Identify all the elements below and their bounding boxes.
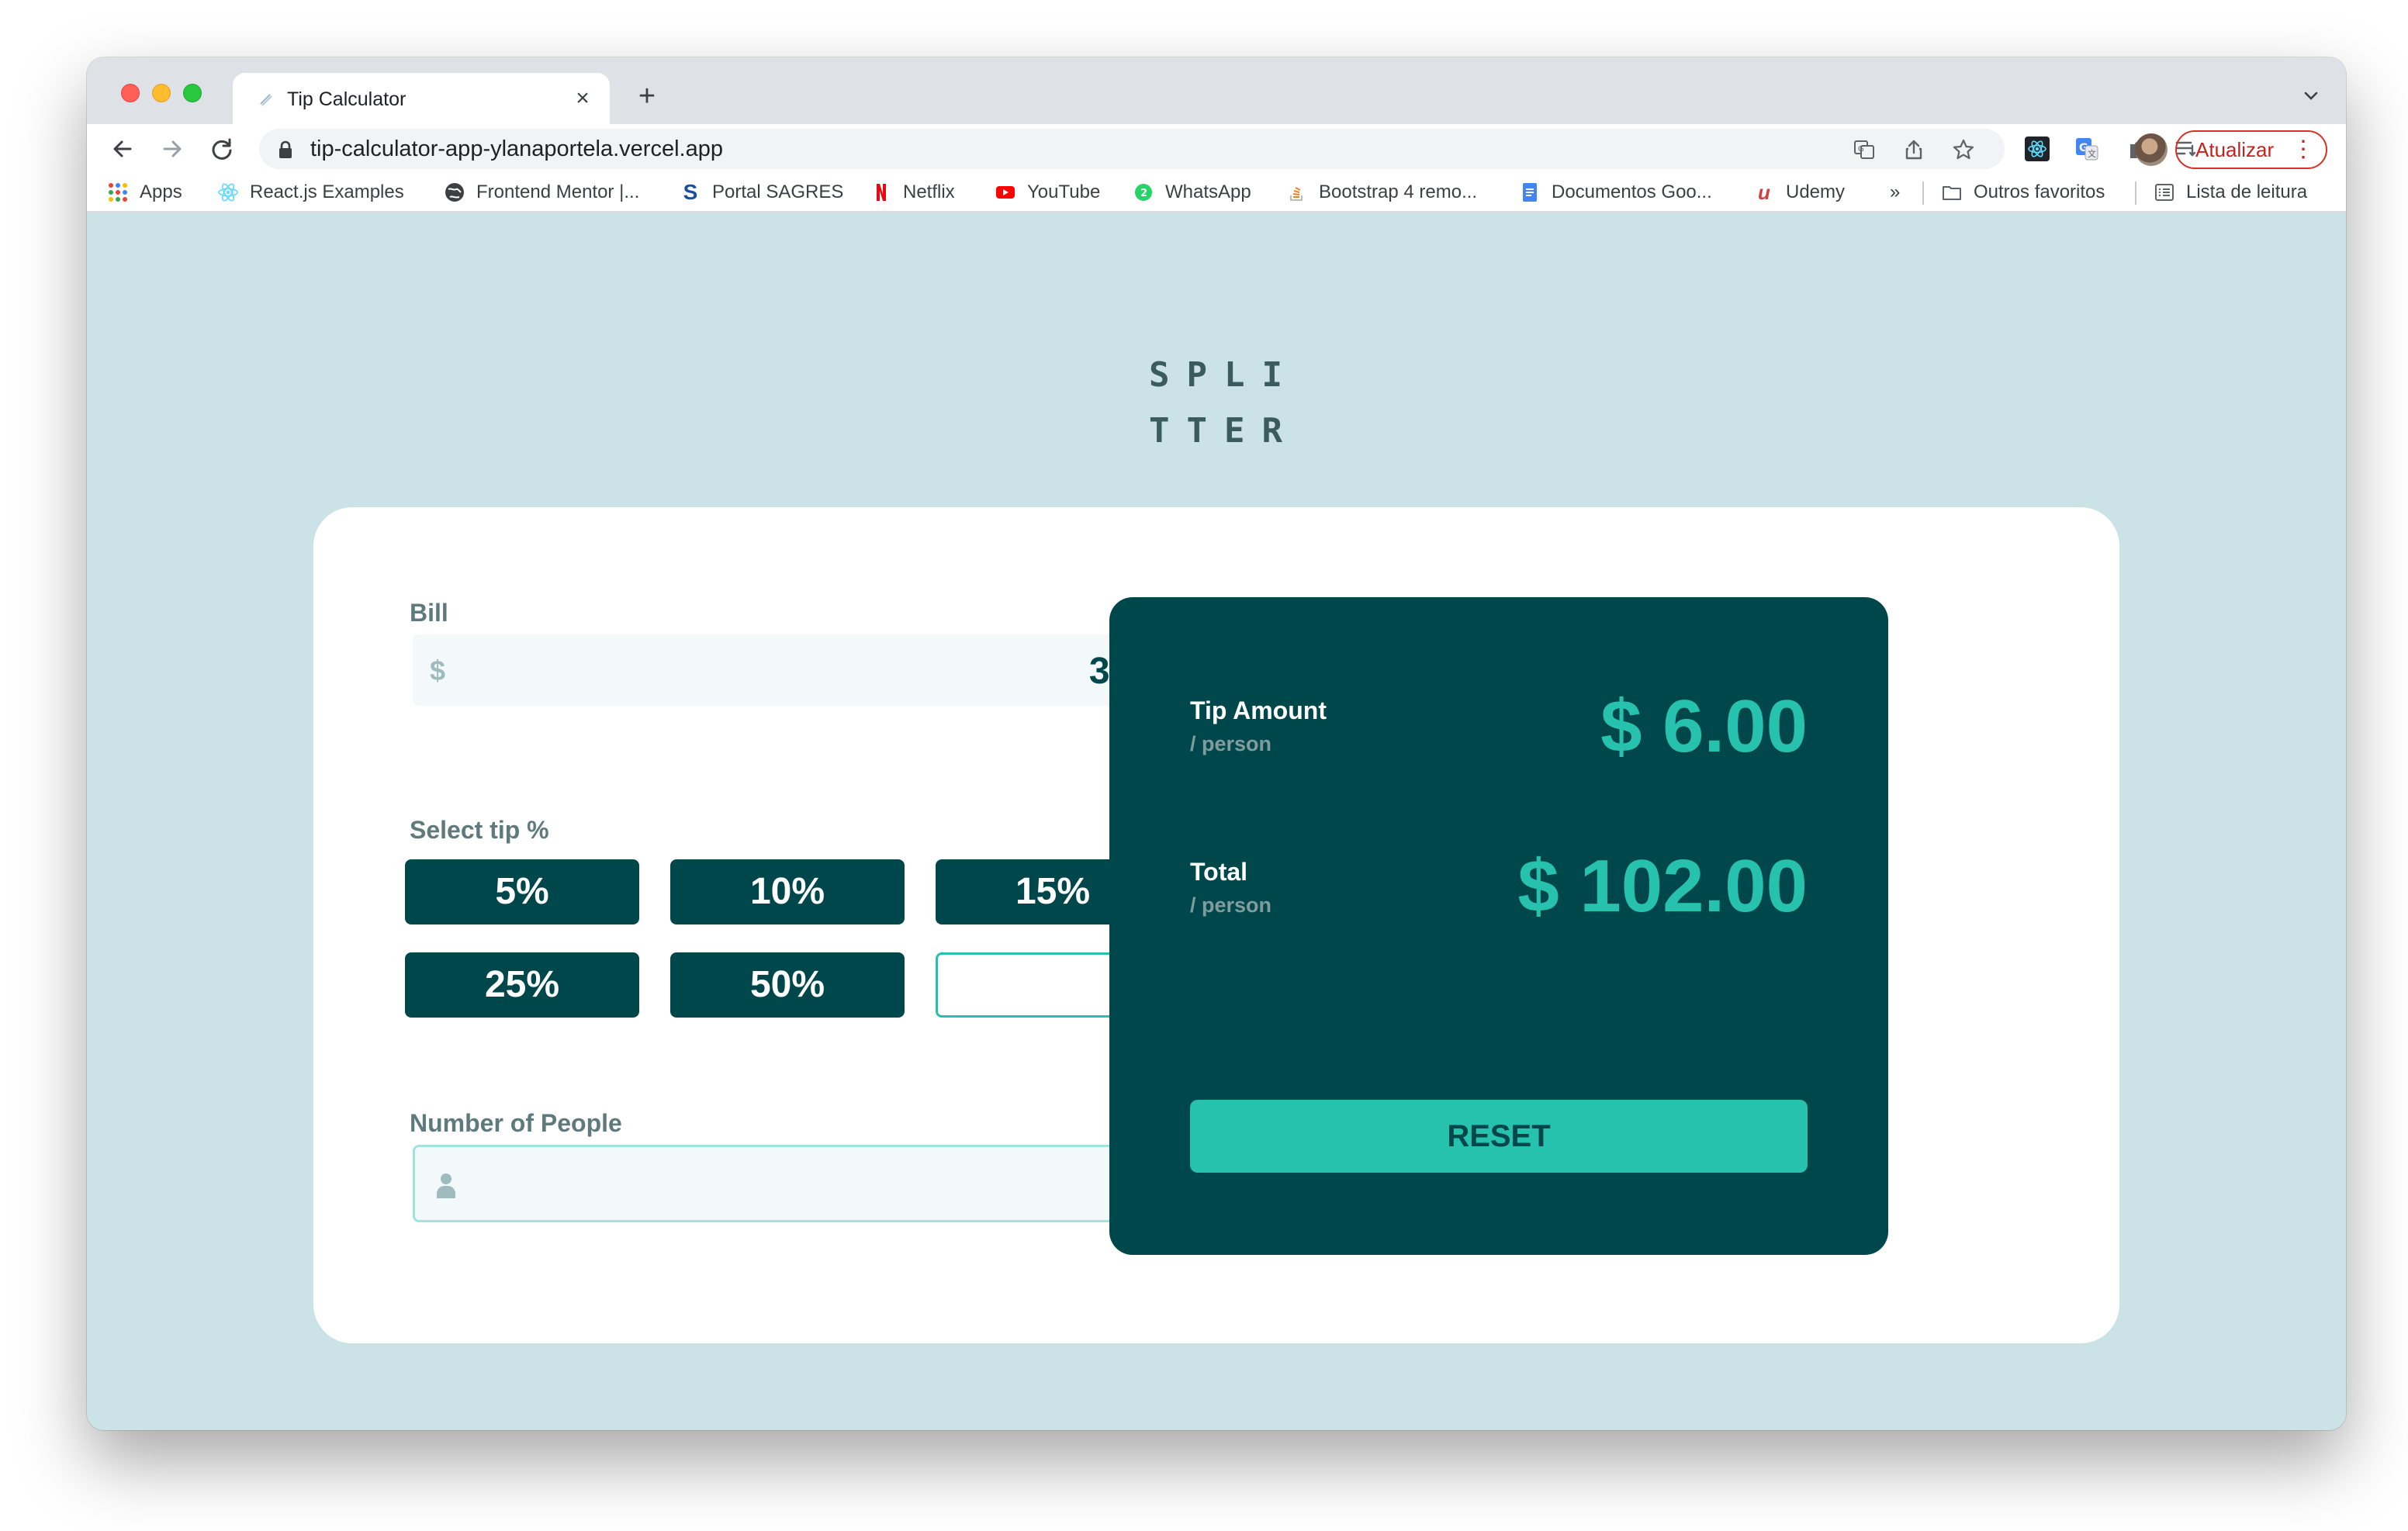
- bookmark-label: React.js Examples: [250, 181, 404, 202]
- whatsapp-icon: 2: [1135, 184, 1152, 201]
- tab-tip-calculator[interactable]: Tip Calculator ×: [233, 73, 610, 124]
- tip-amount-label: Tip Amount: [1190, 696, 1327, 724]
- apps-grid-icon: [109, 183, 127, 202]
- react-icon: [218, 183, 238, 202]
- url-text[interactable]: tip-calculator-app-ylanaportela.vercel.a…: [310, 137, 723, 161]
- udemy-icon: u: [1758, 181, 1770, 204]
- google-translate-extension-icon[interactable]: G 文: [2074, 137, 2099, 161]
- tip-25-button[interactable]: 25%: [405, 952, 639, 1018]
- more-menu-icon[interactable]: ⋮: [2292, 132, 2315, 168]
- bill-input[interactable]: $ 300: [413, 634, 1175, 706]
- tip-amount-value: $ 6.00: [1600, 685, 1808, 768]
- tip-5-button[interactable]: 5%: [405, 859, 639, 924]
- bill-label: Bill: [410, 599, 448, 627]
- sagres-s-icon: S: [683, 180, 698, 204]
- share-icon[interactable]: [1902, 138, 1925, 161]
- dollar-icon: $: [430, 655, 446, 686]
- close-window-button[interactable]: [121, 84, 140, 102]
- bookmark-google-docs[interactable]: Documentos Goo...: [1519, 180, 1712, 205]
- update-button[interactable]: Atualizar ⋮: [2175, 130, 2327, 169]
- bookmark-frontend-mentor[interactable]: Frontend Mentor |...: [444, 180, 639, 205]
- results-panel: Tip Amount / person $ 6.00 Total / perso…: [1109, 597, 1888, 1255]
- people-input[interactable]: 3: [413, 1145, 1175, 1222]
- bookmark-portal-sagres[interactable]: S Portal SAGRES: [680, 180, 844, 205]
- bookmark-label: WhatsApp: [1165, 181, 1251, 202]
- reload-icon[interactable]: [206, 133, 237, 164]
- bookmark-apps[interactable]: Apps: [107, 180, 182, 205]
- folder-icon: [1943, 186, 1961, 200]
- bookmark-label: Bootstrap 4 remo...: [1319, 181, 1478, 202]
- back-arrow-icon[interactable]: [107, 133, 138, 164]
- netflix-icon: [877, 184, 886, 201]
- close-tab-icon[interactable]: ×: [569, 85, 596, 112]
- bookmark-other-favorites[interactable]: Outros favoritos: [1941, 180, 2105, 205]
- stackoverflow-icon: [1290, 187, 1303, 201]
- number-of-people-label: Number of People: [410, 1109, 622, 1137]
- bookmark-label: Netflix: [903, 181, 955, 202]
- logo-line-2: TTER: [1149, 411, 1299, 451]
- bookmark-label: YouTube: [1027, 181, 1101, 202]
- chevron-down-icon[interactable]: [2299, 84, 2323, 107]
- bookmark-youtube[interactable]: YouTube: [995, 180, 1100, 205]
- bookmark-label: Portal SAGRES: [712, 181, 844, 202]
- new-tab-button[interactable]: +: [630, 81, 664, 115]
- total-value: $ 102.00: [1517, 845, 1808, 928]
- bookmark-reading-list[interactable]: Lista de leitura: [2154, 180, 2307, 205]
- tip-per-person-label: / person: [1190, 732, 1272, 755]
- bookmarks-overflow-button[interactable]: »: [1890, 180, 1900, 205]
- bookmark-label: Apps: [140, 181, 182, 202]
- bookmark-label: Outros favoritos: [1974, 181, 2105, 202]
- translate-icon[interactable]: G: [1853, 138, 1876, 161]
- google-docs-icon: [1523, 183, 1537, 202]
- bookmark-label: Documentos Goo...: [1552, 181, 1712, 202]
- browser-toolbar: tip-calculator-app-ylanaportela.vercel.a…: [87, 124, 2346, 174]
- bookmark-label: Lista de leitura: [2186, 181, 2308, 202]
- bookmark-react-examples[interactable]: React.js Examples: [217, 180, 404, 205]
- bookmark-label: Udemy: [1786, 181, 1846, 202]
- bookmark-udemy[interactable]: u Udemy: [1753, 180, 1845, 205]
- browser-window: Tip Calculator × + tip-calculator-app-yl…: [87, 57, 2346, 1430]
- person-icon: [437, 1173, 455, 1198]
- svg-text:2: 2: [1140, 188, 1147, 199]
- page-content: SPLI TTER Bill $ 300 Select tip % 5% 10%…: [87, 213, 2346, 1430]
- total-label: Total: [1190, 858, 1248, 886]
- maximize-window-button[interactable]: [183, 84, 202, 102]
- bookmark-bootstrap[interactable]: Bootstrap 4 remo...: [1286, 180, 1477, 205]
- forward-arrow-icon[interactable]: [157, 133, 188, 164]
- splitter-logo: SPLI TTER: [1130, 347, 1301, 459]
- bookmark-whatsapp[interactable]: 2 WhatsApp: [1133, 180, 1251, 205]
- tab-strip: Tip Calculator × +: [87, 57, 2346, 124]
- star-icon[interactable]: [1952, 138, 1975, 161]
- bookmark-netflix[interactable]: Netflix: [870, 180, 955, 205]
- reset-button[interactable]: RESET: [1190, 1100, 1808, 1173]
- total-per-person-label: / person: [1190, 893, 1272, 917]
- react-devtools-icon[interactable]: [2025, 137, 2050, 161]
- update-label: Atualizar: [2195, 138, 2275, 161]
- tip-10-button[interactable]: 10%: [670, 859, 905, 924]
- svg-text:G: G: [1858, 145, 1864, 154]
- youtube-icon: [996, 186, 1015, 199]
- lock-icon[interactable]: [276, 140, 295, 160]
- bookmarks-bar: Apps React.js Examples Frontend Mentor |…: [87, 174, 2346, 213]
- svg-text:文: 文: [2088, 148, 2096, 159]
- logo-line-1: SPLI: [1149, 355, 1299, 395]
- address-bar[interactable]: tip-calculator-app-ylanaportela.vercel.a…: [259, 129, 2005, 169]
- tip-50-button[interactable]: 50%: [670, 952, 905, 1018]
- minimize-window-button[interactable]: [152, 84, 171, 102]
- profile-avatar[interactable]: [2135, 133, 2168, 166]
- tab-title: Tip Calculator: [287, 88, 407, 110]
- bookmark-separator: [1922, 181, 1924, 205]
- overflow-label: »: [1890, 181, 1901, 202]
- bookmark-separator: [2135, 181, 2136, 205]
- favicon-icon: [260, 94, 272, 106]
- reading-list-icon: [2155, 184, 2174, 201]
- bookmark-label: Frontend Mentor |...: [476, 181, 640, 202]
- select-tip-label: Select tip %: [410, 816, 549, 844]
- globe-icon: [445, 183, 464, 202]
